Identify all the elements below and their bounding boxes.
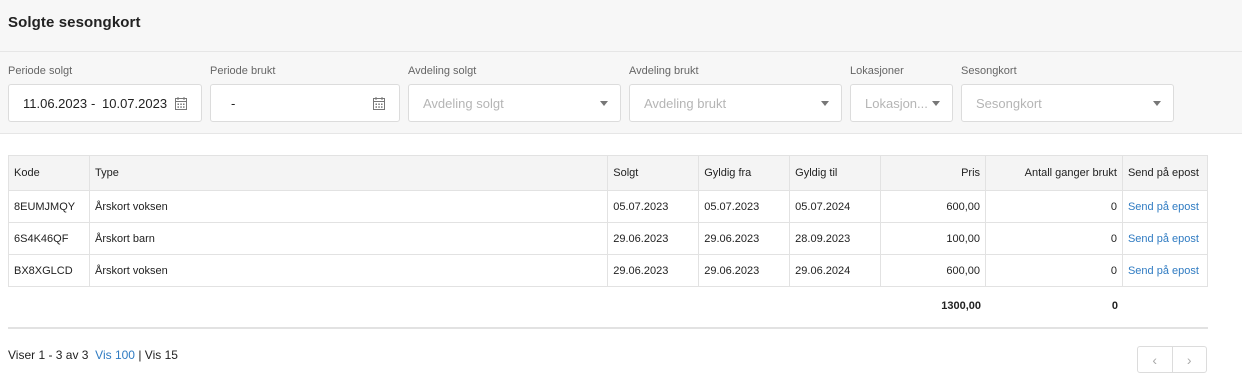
chevron-down-icon[interactable] — [932, 101, 940, 106]
avdeling-solgt-select[interactable]: Avdeling solgt — [408, 84, 621, 122]
total-pris: 1300,00 — [941, 300, 981, 312]
send-email-link[interactable]: Send på epost — [1128, 233, 1199, 245]
cell-type: Årskort voksen — [88, 190, 609, 223]
chevron-left-icon[interactable]: ‹ — [1138, 347, 1172, 372]
chevron-down-icon[interactable] — [1153, 101, 1161, 106]
calendar-icon[interactable] — [175, 97, 187, 110]
periode-solgt-dash: - — [91, 96, 96, 111]
column-header-antall[interactable]: Antall ganger brukt — [985, 155, 1123, 191]
season-card-table: Kode Type Solgt Gyldig fra Gyldig til Pr… — [8, 155, 1209, 287]
periode-solgt-from[interactable]: 11.06.2023 — [23, 96, 87, 111]
cell-gyldig-til: 28.09.2023 — [789, 222, 882, 255]
cell-antall: 0 — [985, 222, 1123, 255]
column-header-gyldig-fra[interactable]: Gyldig fra — [698, 155, 791, 191]
cell-type: Årskort barn — [88, 222, 609, 255]
cell-gyldig-til: 29.06.2024 — [789, 254, 882, 287]
cell-solgt: 29.06.2023 — [607, 222, 700, 255]
cell-antall: 0 — [985, 190, 1123, 223]
avdeling-brukt-label: Avdeling brukt — [629, 65, 699, 77]
table-row: 6S4K46QF Årskort barn 29.06.2023 29.06.2… — [8, 222, 1209, 255]
cell-gyldig-fra: 05.07.2023 — [698, 190, 791, 223]
totals-row: 1300,00 0 — [8, 287, 1208, 325]
cell-kode: 8EUMJMQY — [8, 190, 90, 223]
lokasjoner-select[interactable]: Lokasjon... — [850, 84, 953, 122]
column-header-gyldig-til[interactable]: Gyldig til — [789, 155, 882, 191]
calendar-icon[interactable] — [373, 97, 385, 110]
avdeling-brukt-select[interactable]: Avdeling brukt — [629, 84, 842, 122]
filter-bar: Periode solgt 11.06.2023 - 10.07.2023 Pe… — [0, 52, 1242, 134]
pagination-status: Viser 1 - 3 av 3 — [8, 348, 89, 362]
cell-kode: BX8XGLCD — [8, 254, 90, 287]
table-row: BX8XGLCD Årskort voksen 29.06.2023 29.06… — [8, 254, 1209, 287]
page-title: Solgte sesongkort — [8, 14, 141, 31]
cell-gyldig-fra: 29.06.2023 — [698, 254, 791, 287]
sesongkort-label: Sesongkort — [961, 65, 1017, 77]
chevron-down-icon[interactable] — [821, 101, 829, 106]
pagination-buttons: ‹ › — [1137, 346, 1207, 373]
pagination-separator: | — [138, 348, 142, 362]
cell-gyldig-fra: 29.06.2023 — [698, 222, 791, 255]
page-header: Solgte sesongkort — [0, 0, 1242, 52]
total-antall: 0 — [1111, 300, 1118, 312]
cell-type: Årskort voksen — [88, 254, 609, 287]
vis-100-link[interactable]: Vis 100 — [95, 348, 135, 362]
cell-antall: 0 — [985, 254, 1123, 287]
avdeling-solgt-label: Avdeling solgt — [408, 65, 477, 77]
cell-solgt: 05.07.2023 — [607, 190, 700, 223]
cell-pris: 600,00 — [880, 254, 987, 287]
periode-brukt-range[interactable]: - — [210, 84, 400, 122]
lokasjoner-label: Lokasjoner — [850, 65, 904, 77]
send-email-link[interactable]: Send på epost — [1128, 201, 1199, 213]
periode-solgt-to[interactable]: 10.07.2023 — [102, 96, 167, 111]
vis-15-option[interactable]: Vis 15 — [145, 348, 178, 362]
column-header-kode[interactable]: Kode — [8, 155, 90, 191]
cell-pris: 100,00 — [880, 222, 987, 255]
avdeling-solgt-placeholder: Avdeling solgt — [423, 96, 504, 111]
periode-brukt-label: Periode brukt — [210, 65, 276, 77]
chevron-right-icon[interactable]: › — [1171, 347, 1207, 372]
column-header-type[interactable]: Type — [88, 155, 609, 191]
sesongkort-placeholder: Sesongkort — [976, 96, 1042, 111]
lokasjoner-placeholder: Lokasjon... — [865, 96, 928, 111]
column-header-solgt[interactable]: Solgt — [607, 155, 700, 191]
pagination-info: Viser 1 - 3 av 3 Vis 100 | Vis 15 — [8, 348, 178, 362]
cell-kode: 6S4K46QF — [8, 222, 90, 255]
table-row: 8EUMJMQY Årskort voksen 05.07.2023 05.07… — [8, 190, 1209, 223]
send-email-link[interactable]: Send på epost — [1128, 265, 1199, 277]
chevron-down-icon[interactable] — [600, 101, 608, 106]
column-header-send: Send på epost — [1121, 155, 1209, 191]
table-header-row: Kode Type Solgt Gyldig fra Gyldig til Pr… — [8, 155, 1209, 191]
column-header-pris[interactable]: Pris — [880, 155, 987, 191]
periode-brukt-value[interactable]: - — [231, 96, 235, 111]
cell-gyldig-til: 05.07.2024 — [789, 190, 882, 223]
cell-pris: 600,00 — [880, 190, 987, 223]
sesongkort-select[interactable]: Sesongkort — [961, 84, 1174, 122]
periode-solgt-label: Periode solgt — [8, 65, 73, 77]
cell-solgt: 29.06.2023 — [607, 254, 700, 287]
periode-solgt-range[interactable]: 11.06.2023 - 10.07.2023 — [8, 84, 202, 122]
divider — [8, 327, 1208, 329]
avdeling-brukt-placeholder: Avdeling brukt — [644, 96, 727, 111]
